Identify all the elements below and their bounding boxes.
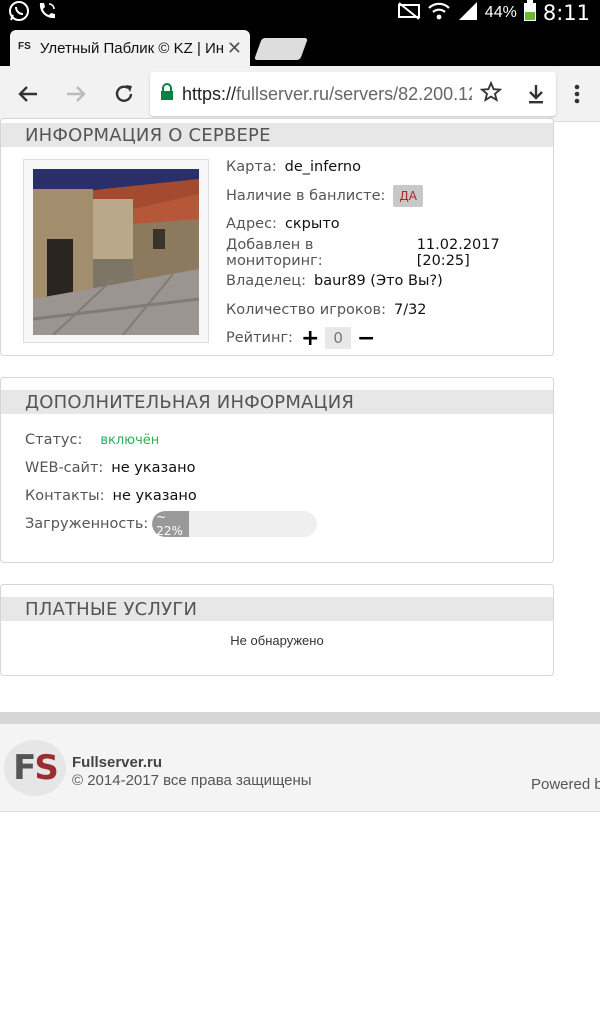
paid-services-panel: ПЛАТНЫЕ УСЛУГИ Не обнаружено bbox=[0, 584, 554, 676]
server-info-heading: ИНФОРМАЦИЯ О СЕРВЕРЕ bbox=[1, 123, 553, 147]
rating-minus-button[interactable]: − bbox=[357, 326, 375, 351]
map-value: de_inferno bbox=[284, 159, 361, 176]
owner-label: Владелец: bbox=[226, 273, 306, 290]
added-label: Добавлен в мониторинг: bbox=[226, 236, 323, 269]
clock: 8:11 bbox=[542, 1, 590, 25]
footer-copyright: © 2014-2017 все права защищены bbox=[72, 772, 312, 789]
added-row: Добавлен в мониторинг: 11.02.2017 [20:25… bbox=[226, 236, 553, 269]
status-bar: 44% 8:11 bbox=[0, 0, 600, 26]
rating-label: Рейтинг: bbox=[226, 330, 293, 347]
reload-icon bbox=[115, 85, 133, 102]
logo-f: F bbox=[13, 748, 36, 788]
tab-title: Улетный Паблик © KZ | Инф bbox=[39, 39, 223, 57]
additional-info-heading: ДОПОЛНИТЕЛЬНАЯ ИНФОРМАЦИЯ bbox=[1, 390, 553, 414]
tab-strip: FS Улетный Паблик © KZ | Инф ✕ bbox=[0, 26, 600, 66]
address-bar[interactable]: https://fullserver.ru/servers/82.200.128 bbox=[150, 72, 556, 116]
more-vert-icon bbox=[574, 84, 580, 104]
load-progress-bar: ~ 22% bbox=[152, 511, 318, 537]
star-icon[interactable] bbox=[479, 80, 503, 108]
forward-button[interactable] bbox=[53, 71, 99, 117]
rating-plus-button[interactable]: + bbox=[301, 326, 319, 351]
phone-call-icon bbox=[36, 0, 58, 27]
map-thumbnail bbox=[23, 159, 209, 343]
whatsapp-icon bbox=[8, 0, 30, 27]
load-label: Загруженность: bbox=[25, 516, 149, 532]
new-tab-button[interactable] bbox=[253, 38, 309, 60]
footer-site-name[interactable]: Fullserver.ru bbox=[72, 754, 162, 771]
load-progress-fill: ~ 22% bbox=[152, 511, 189, 537]
close-tab-icon[interactable]: ✕ bbox=[227, 38, 242, 59]
contacts-label: Контакты: bbox=[25, 488, 105, 504]
reload-button[interactable] bbox=[101, 71, 147, 117]
arrow-left-icon bbox=[18, 86, 37, 102]
players-label: Количество игроков: bbox=[226, 301, 386, 318]
map-row: Карта: de_inferno bbox=[226, 153, 553, 182]
arrow-right-icon bbox=[67, 86, 86, 102]
status-label: Статус: bbox=[25, 432, 83, 448]
battery-icon bbox=[523, 0, 537, 27]
address-row: Адрес: скрыто bbox=[226, 210, 553, 239]
website-value: не указано bbox=[111, 460, 196, 476]
footer: FS Fullserver.ru © 2014-2017 все права з… bbox=[0, 724, 600, 812]
paid-services-heading: ПЛАТНЫЕ УСЛУГИ bbox=[1, 597, 553, 621]
download-button[interactable] bbox=[513, 71, 559, 117]
rating-row: Рейтинг: + 0 − bbox=[226, 324, 553, 353]
url-path: fullserver.ru/servers/82.200.128 bbox=[236, 83, 472, 104]
url-text: https://fullserver.ru/servers/82.200.128 bbox=[182, 84, 472, 105]
additional-info-list: Статус: включён WEB-сайт: не указано Кон… bbox=[25, 426, 318, 538]
lock-icon bbox=[160, 82, 174, 106]
battery-percent: 44% bbox=[484, 4, 517, 21]
players-row: Количество игроков: 7/32 bbox=[226, 296, 553, 325]
owner-row: Владелец: baur89 (Это Вы?) bbox=[226, 267, 553, 296]
map-label: Карта: bbox=[226, 159, 277, 176]
banlist-badge: ДА bbox=[393, 184, 423, 207]
status-row: Статус: включён bbox=[25, 426, 317, 454]
contacts-value: не указано bbox=[112, 488, 197, 504]
url-scheme: https:// bbox=[182, 83, 237, 104]
owner-value[interactable]: baur89 (Это Вы?) bbox=[314, 273, 443, 289]
map-preview-image bbox=[33, 169, 199, 335]
server-info-list: Карта: de_inferno Наличие в банлисте: ДА… bbox=[226, 153, 553, 353]
logo-s: S bbox=[34, 748, 58, 788]
footer-separator bbox=[0, 712, 600, 724]
banlist-label: Наличие в банлисте: bbox=[226, 187, 386, 204]
load-row: Загруженность: ~ 22% bbox=[25, 510, 318, 538]
website-row: WEB-сайт: не указано bbox=[25, 454, 317, 482]
download-icon bbox=[529, 85, 543, 104]
back-button[interactable] bbox=[5, 71, 51, 117]
menu-button[interactable] bbox=[554, 71, 600, 117]
additional-info-panel: ДОПОЛНИТЕЛЬНАЯ ИНФОРМАЦИЯ Статус: включё… bbox=[0, 377, 554, 563]
status-value: включён bbox=[100, 432, 160, 448]
server-info-panel: ИНФОРМАЦИЯ О СЕРВЕРЕ Карта: de_inferno Н… bbox=[0, 118, 554, 356]
footer-powered-by: Powered b bbox=[531, 776, 600, 793]
added-value: 11.02.2017 [20:25] bbox=[416, 236, 500, 269]
wifi-icon bbox=[427, 1, 451, 26]
address-value: скрыто bbox=[284, 216, 340, 233]
website-label: WEB-сайт: bbox=[25, 460, 104, 476]
browser-toolbar: https://fullserver.ru/servers/82.200.128 bbox=[0, 66, 600, 122]
favicon-icon: FS bbox=[18, 41, 31, 52]
site-logo[interactable]: FS bbox=[4, 740, 66, 796]
rating-value: 0 bbox=[325, 327, 351, 350]
contacts-row: Контакты: не указано bbox=[25, 482, 317, 510]
banlist-row: Наличие в банлисте: ДА bbox=[226, 182, 553, 211]
players-value: 7/32 bbox=[393, 301, 427, 318]
address-label: Адрес: bbox=[226, 216, 277, 233]
mute-icon bbox=[397, 1, 421, 26]
browser-tab[interactable]: FS Улетный Паблик © KZ | Инф ✕ bbox=[10, 30, 250, 66]
page-content: ИНФОРМАЦИЯ О СЕРВЕРЕ Карта: de_inferno Н… bbox=[0, 118, 600, 1024]
paid-services-empty: Не обнаружено bbox=[230, 633, 324, 648]
signal-icon bbox=[457, 1, 479, 26]
